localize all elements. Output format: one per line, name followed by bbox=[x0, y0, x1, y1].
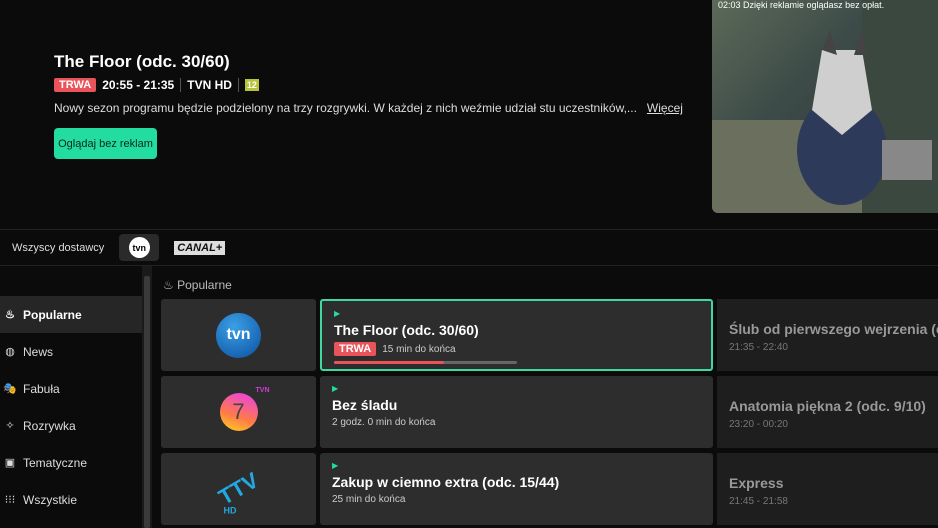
tvn7-logo: 7 TVN bbox=[219, 387, 270, 431]
sidebar-item-news[interactable]: ◍ News bbox=[0, 333, 142, 370]
channel-number: 7 bbox=[232, 399, 245, 424]
channel-sup: TVN bbox=[255, 387, 270, 394]
remaining-time: 15 min do końca bbox=[382, 343, 456, 355]
section-title: ♨ Popularne bbox=[163, 278, 232, 292]
sidebar-item-fabula[interactable]: 🎭 Fabuła bbox=[0, 370, 142, 407]
channel-tile-tvn[interactable]: tvn bbox=[161, 299, 316, 371]
hero: The Floor (odc. 30/60) TRWA 20:55 - 21:3… bbox=[0, 0, 938, 229]
program-card[interactable]: ▶ Zakup w ciemno extra (odc. 15/44) 25 m… bbox=[320, 453, 713, 525]
video-preview[interactable]: 02:03 Dzięki reklamie oglądasz bez opłat… bbox=[712, 0, 938, 213]
channel-tile-tvn7[interactable]: 7 TVN bbox=[161, 376, 316, 448]
program-description: Nowy sezon programu będzie podzielony na… bbox=[54, 101, 683, 115]
progress-bar bbox=[334, 361, 517, 364]
program-channel: TVN HD bbox=[187, 78, 232, 92]
provider-tvn[interactable]: tvn bbox=[119, 234, 160, 261]
section-label: Popularne bbox=[177, 278, 232, 292]
sidebar-scrollbar[interactable] bbox=[142, 266, 152, 528]
provider-bar: Wszyscy dostawcy tvn CANAL+ bbox=[0, 229, 938, 266]
channel-name: TTV bbox=[214, 467, 263, 510]
divider bbox=[237, 78, 239, 92]
video-frame-image bbox=[712, 0, 938, 213]
divider bbox=[180, 78, 182, 92]
program-title: Zakup w ciemno extra (odc. 15/44) bbox=[332, 474, 560, 490]
fire-icon: ♨ bbox=[5, 309, 15, 321]
fire-icon: ♨ bbox=[163, 278, 174, 292]
masks-icon: 🎭 bbox=[3, 383, 17, 395]
sidebar-item-wszystkie[interactable]: ⁝⁝⁝ Wszystkie bbox=[0, 481, 142, 518]
program-title: Bez śladu bbox=[332, 397, 398, 413]
remaining-time: 2 godz. 0 min do końca bbox=[332, 417, 436, 428]
box-icon: ▣ bbox=[4, 457, 16, 469]
party-icon: ✧ bbox=[5, 420, 15, 432]
sidebar-item-tematyczne[interactable]: ▣ Tematyczne bbox=[0, 444, 142, 481]
program-title: The Floor (odc. 30/60) bbox=[334, 322, 479, 338]
next-program-time: 21:45 - 21:58 bbox=[729, 496, 788, 507]
next-program-title: Ślub od pierwszego wejrzenia (odc. bbox=[729, 321, 938, 337]
sidebar-item-label: Tematyczne bbox=[23, 455, 88, 470]
sidebar-item-label: Popularne bbox=[23, 307, 82, 322]
provider-all[interactable]: Wszyscy dostawcy bbox=[12, 242, 104, 254]
next-program-card[interactable]: Express 21:45 - 21:58 bbox=[717, 453, 938, 525]
more-link[interactable]: Więcej bbox=[647, 101, 683, 115]
grid-icon: ⁝⁝⁝ bbox=[4, 494, 16, 506]
watch-without-ads-button[interactable]: Oglądaj bez reklam bbox=[54, 128, 157, 159]
next-program-title: Anatomia piękna 2 (odc. 9/10) bbox=[729, 398, 926, 414]
channel-tile-ttv[interactable]: TTV HD bbox=[161, 453, 316, 525]
program-meta: TRWA 20:55 - 21:35 TVN HD 12 bbox=[54, 78, 259, 92]
sidebar-item-label: Rozrywka bbox=[23, 418, 76, 433]
tvn-logo: tvn bbox=[216, 312, 261, 358]
program-card[interactable]: ▶ The Floor (odc. 30/60) TRWA 15 min do k… bbox=[320, 299, 713, 371]
next-program-time: 23:20 - 00:20 bbox=[729, 419, 788, 430]
program-title: The Floor (odc. 30/60) bbox=[54, 52, 230, 71]
category-sidebar: ♨ Popularne ◍ News 🎭 Fabuła ✧ Rozrywka ▣ Tema… bbox=[0, 266, 142, 528]
scrollbar-thumb[interactable] bbox=[144, 276, 150, 528]
channel-sup: HD bbox=[223, 505, 237, 516]
next-program-card[interactable]: Anatomia piękna 2 (odc. 9/10) 23:20 - 00… bbox=[717, 376, 938, 448]
next-program-time: 21:35 - 22:40 bbox=[729, 342, 788, 353]
next-program-title: Express bbox=[729, 475, 784, 491]
live-badge: TRWA bbox=[54, 78, 97, 92]
progress-fill bbox=[334, 361, 444, 364]
ttv-logo: TTV HD bbox=[214, 467, 263, 515]
sidebar-item-label: News bbox=[23, 344, 54, 359]
sidebar-item-popularne[interactable]: ♨ Popularne bbox=[0, 296, 142, 333]
globe-icon: ◍ bbox=[5, 346, 15, 358]
age-rating-badge: 12 bbox=[244, 79, 259, 91]
play-icon: ▶ bbox=[332, 461, 339, 470]
live-badge: TRWA bbox=[334, 342, 377, 356]
play-icon: ▶ bbox=[334, 309, 341, 318]
sidebar-item-label: Fabuła bbox=[23, 381, 60, 396]
sidebar-item-label: Wszystkie bbox=[23, 492, 77, 507]
remaining-time: 25 min do końca bbox=[332, 494, 406, 505]
program-card[interactable]: ▶ Bez śladu 2 godz. 0 min do końca bbox=[320, 376, 713, 448]
program-time: 20:55 - 21:35 bbox=[102, 78, 175, 92]
next-program-card[interactable]: Ślub od pierwszego wejrzenia (odc. 21:35… bbox=[717, 299, 938, 371]
description-text: Nowy sezon programu będzie podzielony na… bbox=[54, 101, 637, 115]
provider-canal-plus[interactable]: CANAL+ bbox=[174, 240, 226, 255]
tvn-logo: tvn bbox=[128, 237, 150, 258]
sidebar-item-rozrywka[interactable]: ✧ Rozrywka bbox=[0, 407, 142, 444]
play-icon: ▶ bbox=[332, 384, 339, 393]
ad-caption: 02:03 Dzięki reklamie oglądasz bez opłat… bbox=[718, 0, 885, 10]
